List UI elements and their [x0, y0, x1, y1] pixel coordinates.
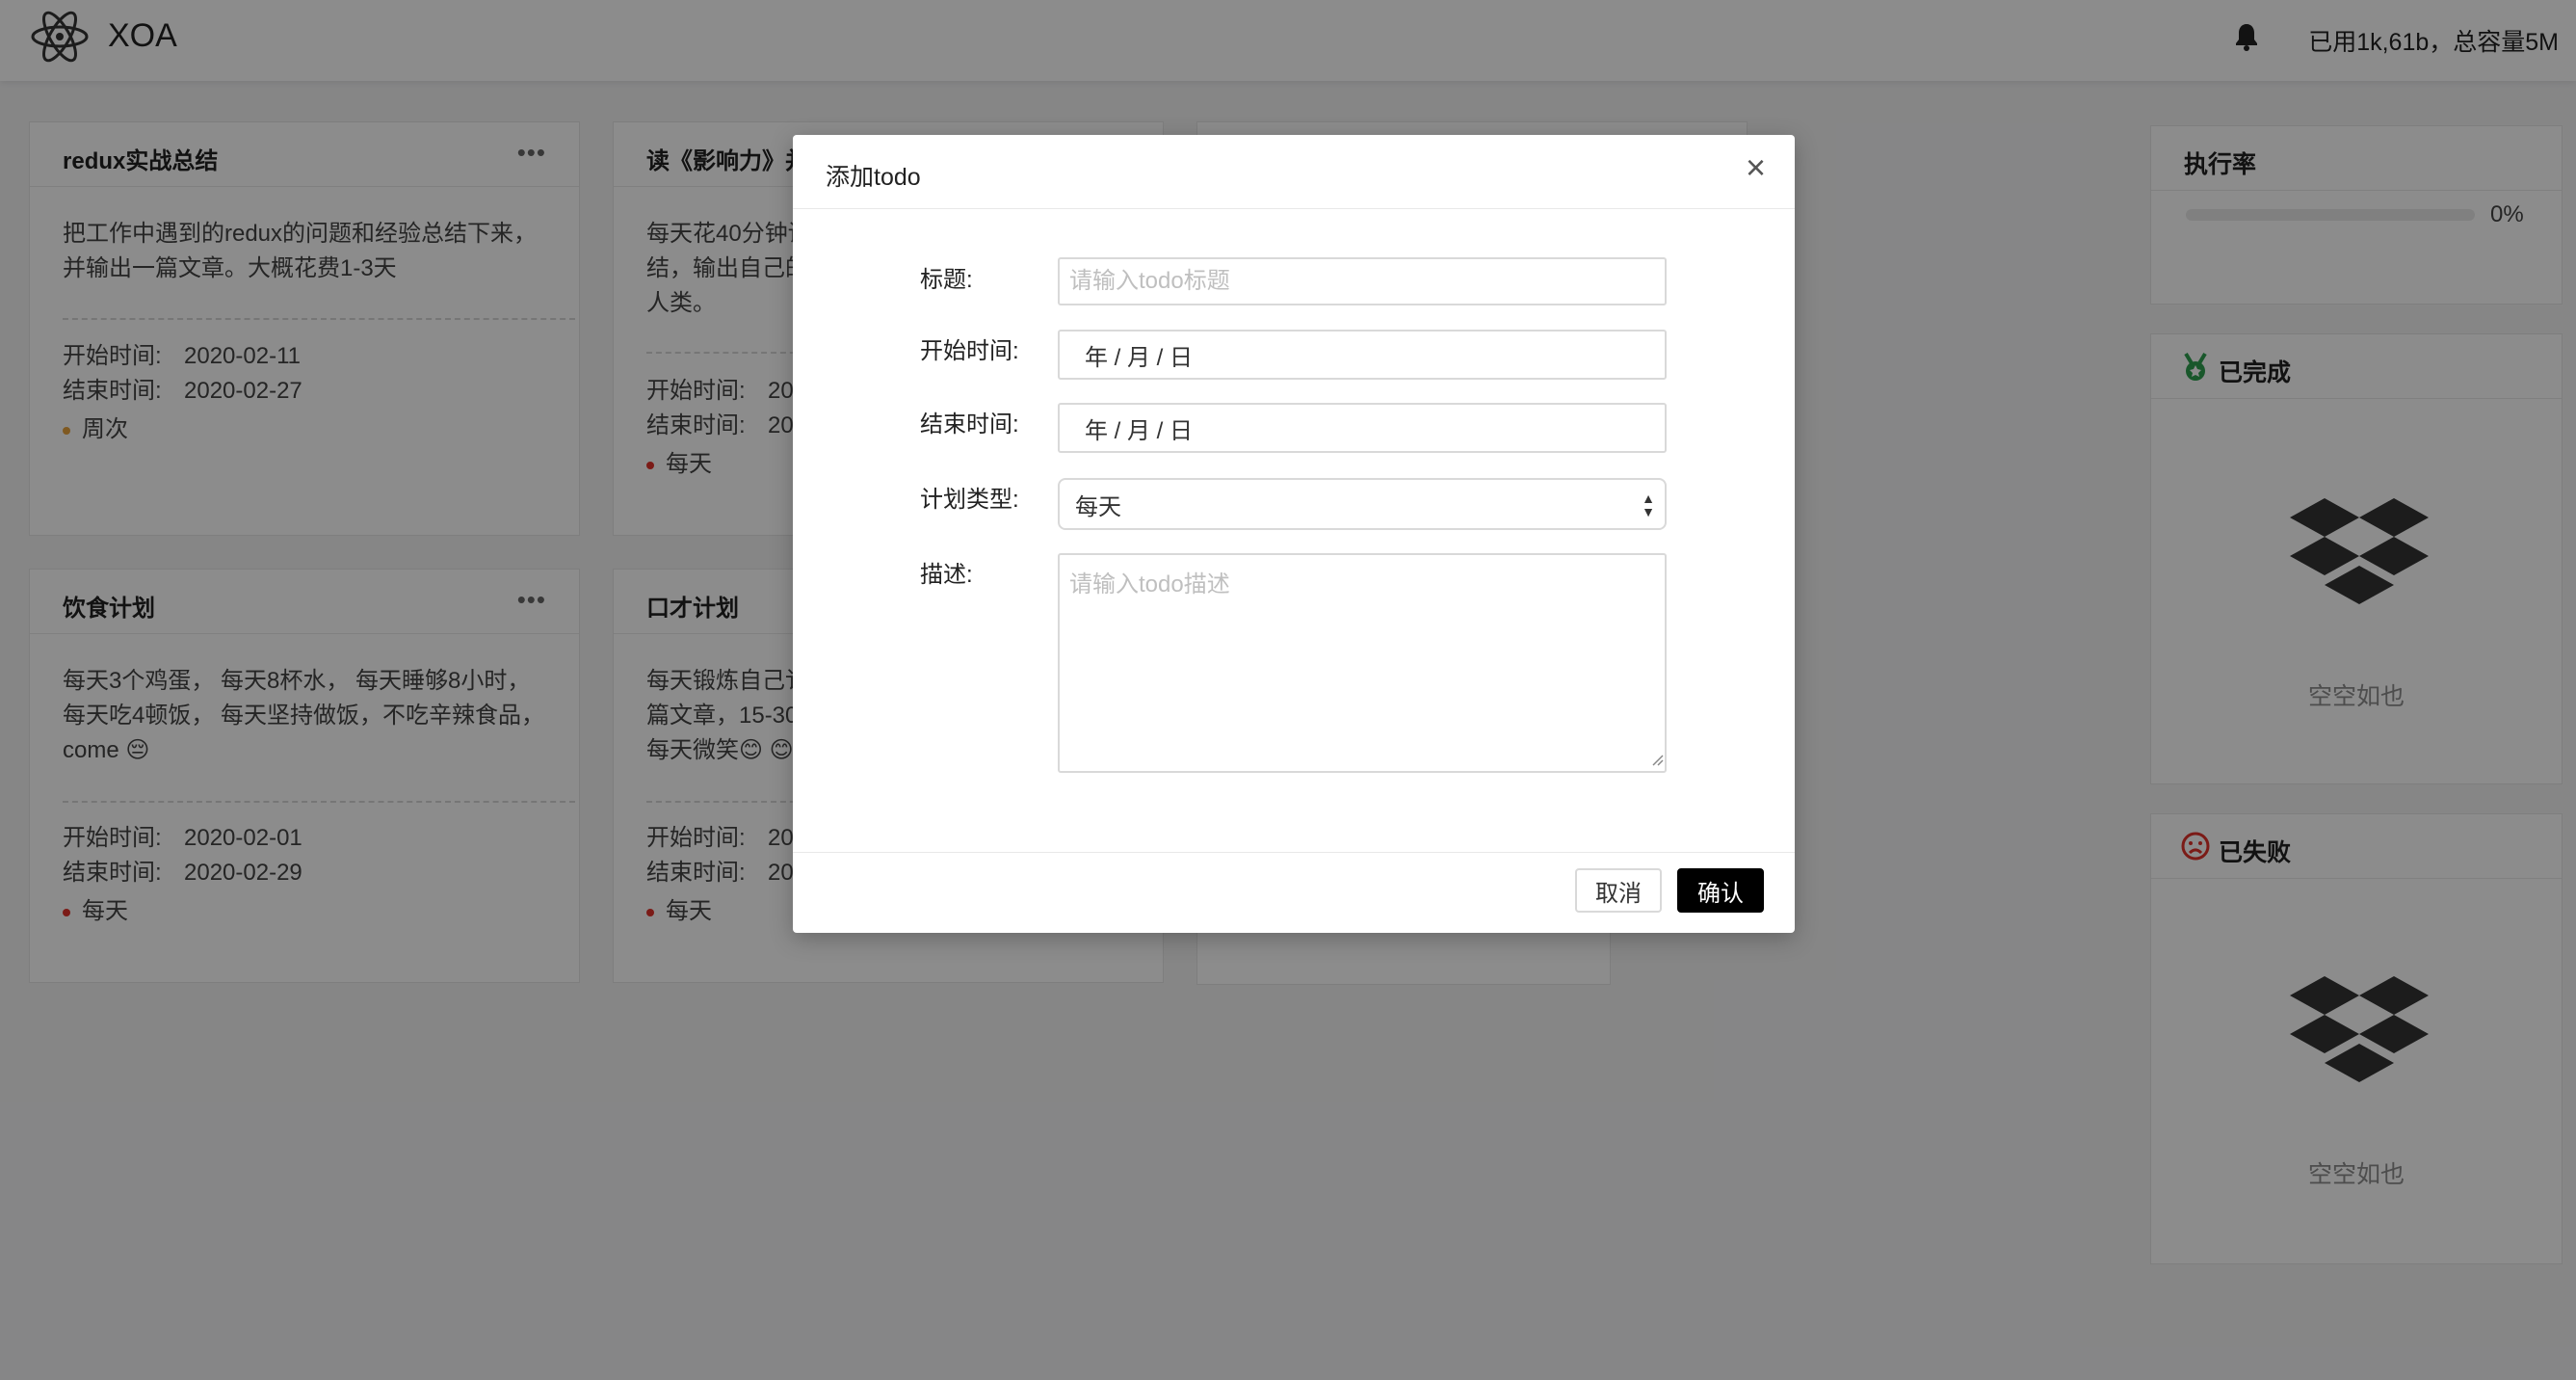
title-label: 标题:	[920, 267, 973, 293]
resize-handle-icon[interactable]	[1650, 753, 1664, 766]
dialog-footer: 取消 确认	[793, 852, 1795, 934]
plan-type-value: 每天	[1075, 493, 1121, 520]
end-date-placeholder: 年 / 月 / 日	[1085, 417, 1194, 444]
close-icon[interactable]: ×	[1746, 148, 1766, 187]
description-textarea[interactable]	[1058, 553, 1667, 773]
end-time-label: 结束时间:	[920, 411, 1019, 438]
confirm-button[interactable]: 确认	[1677, 868, 1764, 913]
description-label: 描述:	[920, 562, 973, 588]
add-todo-dialog: 添加todo × 标题: 开始时间: 年 / 月 / 日 结束时间: 年 / 月…	[793, 135, 1795, 933]
dialog-header: 添加todo ×	[793, 135, 1795, 209]
end-date-field[interactable]: 年 / 月 / 日	[1058, 403, 1667, 453]
title-input[interactable]	[1058, 257, 1667, 305]
plan-type-label: 计划类型:	[920, 487, 1019, 513]
cancel-button[interactable]: 取消	[1575, 868, 1662, 913]
select-arrows-icon: ▲ ▼	[1642, 491, 1655, 519]
plan-type-select[interactable]: 每天 ▲ ▼	[1058, 478, 1667, 530]
dialog-title: 添加todo	[826, 164, 921, 191]
start-date-field[interactable]: 年 / 月 / 日	[1058, 330, 1667, 380]
start-date-placeholder: 年 / 月 / 日	[1085, 344, 1194, 371]
start-time-label: 开始时间:	[920, 338, 1019, 364]
